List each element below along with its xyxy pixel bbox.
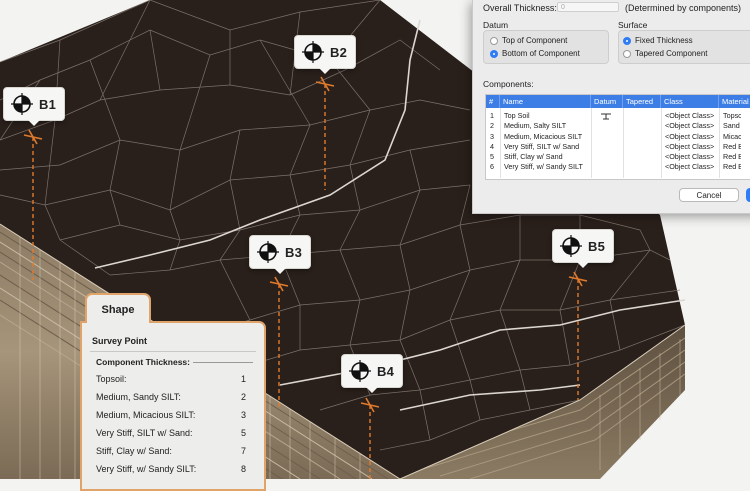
overall-thickness-note: (Determined by components) [625,3,742,13]
thickness-value[interactable]: 1 [241,374,246,384]
surface-tapered-radio[interactable]: Tapered Component [623,49,708,58]
marker-label: B3 [285,244,303,260]
thickness-value[interactable]: 5 [241,428,246,438]
cancel-button[interactable]: Cancel [679,188,739,202]
thickness-row-very-stiff-silt: Very Stiff, SILT w/ Sand: 5 [96,428,246,438]
radio-indicator [490,36,498,45]
datum-bottom-radio[interactable]: Bottom of Component [490,49,580,58]
thickness-row-stiff-clay: Stiff, Clay w/ Sand: 7 [96,446,246,456]
radio-label: Bottom of Component [502,49,580,58]
cell-material[interactable]: Topsoil MSand andMicaciousRed BrowRed Br… [723,111,741,173]
survey-marker-b1[interactable]: B1 [3,87,66,126]
surface-group-title: Surface [618,20,648,30]
overall-thickness-field[interactable]: 0 [557,2,619,12]
thickness-value[interactable]: 2 [241,392,246,402]
divider [90,351,256,352]
shape-panel: Survey Point Component Thickness: Topsoi… [80,291,266,491]
components-title: Components: [483,79,534,89]
radio-indicator-selected [623,36,631,45]
marker-label: B1 [39,96,57,112]
col-header-material[interactable]: Material [719,95,750,108]
thickness-row-very-stiff-sandy-silt: Very Stiff, w/ Sandy SILT: 8 [96,464,246,474]
components-dialog: Overall Thickness: 0 (Determined by comp… [472,0,750,214]
thickness-row-medium-micacious-silt: Medium, Micacious SILT: 3 [96,410,246,420]
thickness-row-medium-sandy-silt: Medium, Sandy SILT: 2 [96,392,246,402]
survey-target-icon [11,93,33,115]
radio-label: Top of Component [502,36,568,45]
surface-fixed-radio[interactable]: Fixed Thickness [623,36,693,45]
datum-group-title: Datum [483,20,509,30]
col-header-tapered[interactable]: Tapered [623,95,661,108]
radio-indicator [623,49,631,58]
cell-class[interactable]: <Object Class> <Object Class> <Object Clas… [665,111,714,173]
marker-label: B4 [377,363,395,379]
object-type-title: Survey Point [92,336,148,346]
survey-target-icon [349,360,371,382]
survey-target-icon [560,235,582,257]
thickness-row-topsoil: Topsoil: 1 [96,374,246,384]
col-header-datum[interactable]: Datum [591,95,623,108]
marker-label: B2 [330,44,348,60]
shape-panel-body: Survey Point Component Thickness: Topsoi… [80,321,266,491]
survey-target-icon [302,41,324,63]
overall-thickness-label: Overall Thickness: [483,3,557,13]
col-header-name[interactable]: Name [500,95,591,108]
cell-name[interactable]: Top Soil Medium, Salty SILT Medium, Micaci… [504,111,583,173]
shape-tab[interactable]: Shape [85,293,151,323]
marker-label: B5 [588,238,606,254]
col-header-class[interactable]: Class [661,95,719,108]
thickness-value[interactable]: 7 [241,446,246,456]
components-table[interactable]: # Name Datum Tapered Class Material 1234… [485,94,750,180]
radio-indicator-selected [490,49,498,58]
survey-marker-b4[interactable]: B4 [341,354,404,393]
survey-marker-b2[interactable]: B2 [294,35,357,74]
datum-marker-icon [601,113,611,120]
survey-marker-b3[interactable]: B3 [249,235,312,274]
ok-button[interactable]: OK [746,188,750,202]
thickness-value[interactable]: 3 [241,410,246,420]
survey-target-icon [257,241,279,263]
radio-label: Fixed Thickness [635,36,693,45]
radio-label: Tapered Component [635,49,708,58]
datum-top-radio[interactable]: Top of Component [490,36,567,45]
component-thickness-title: Component Thickness: [96,357,253,367]
col-header-num[interactable]: # [486,95,500,108]
thickness-value[interactable]: 8 [241,464,246,474]
survey-marker-b5[interactable]: B5 [552,229,615,268]
cell-num: 123456 [490,111,494,172]
